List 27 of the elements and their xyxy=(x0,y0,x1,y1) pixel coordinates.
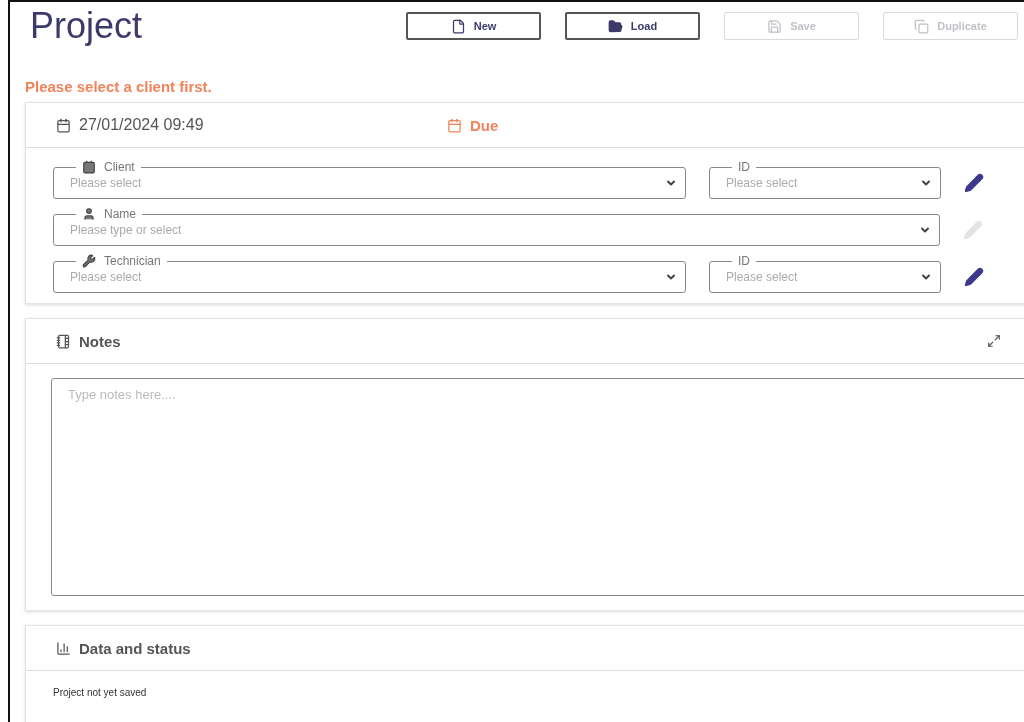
section-title: Data and status xyxy=(79,639,191,657)
dropdown-field[interactable]: ID Please select xyxy=(709,254,941,293)
warning-message: Please select a client first. xyxy=(25,78,213,95)
folder-icon xyxy=(607,18,623,34)
section-title: Notes xyxy=(79,332,121,350)
toolbar-button[interactable]: Load xyxy=(565,12,700,40)
notebook-icon xyxy=(56,333,71,349)
page-title: Project xyxy=(30,5,144,47)
toolbar-button[interactable]: New xyxy=(406,12,541,40)
save-icon xyxy=(767,18,783,34)
status-text: Project not yet saved xyxy=(52,686,148,700)
file-icon xyxy=(450,18,466,34)
dropdown-field[interactable]: Technician Please select xyxy=(53,254,686,293)
bar-chart-icon xyxy=(56,640,71,656)
calendar-icon xyxy=(56,117,71,133)
pencil-icon[interactable] xyxy=(964,173,984,193)
dropdown-field[interactable]: ID Please select xyxy=(709,160,941,199)
copy-icon xyxy=(914,18,930,34)
wrench-icon xyxy=(82,254,96,268)
notes-field[interactable]: Type notes here.... xyxy=(51,378,1024,596)
calendar-icon xyxy=(447,117,462,133)
date-text: 27/01/2024 09:49 xyxy=(79,116,205,134)
pencil-icon[interactable] xyxy=(964,267,984,287)
expand-icon[interactable] xyxy=(987,334,1001,348)
due-label: Due xyxy=(470,116,499,134)
dropdown-field[interactable]: Name Please type or select xyxy=(53,207,940,246)
dropdown-field[interactable]: Client Please select xyxy=(53,160,686,199)
